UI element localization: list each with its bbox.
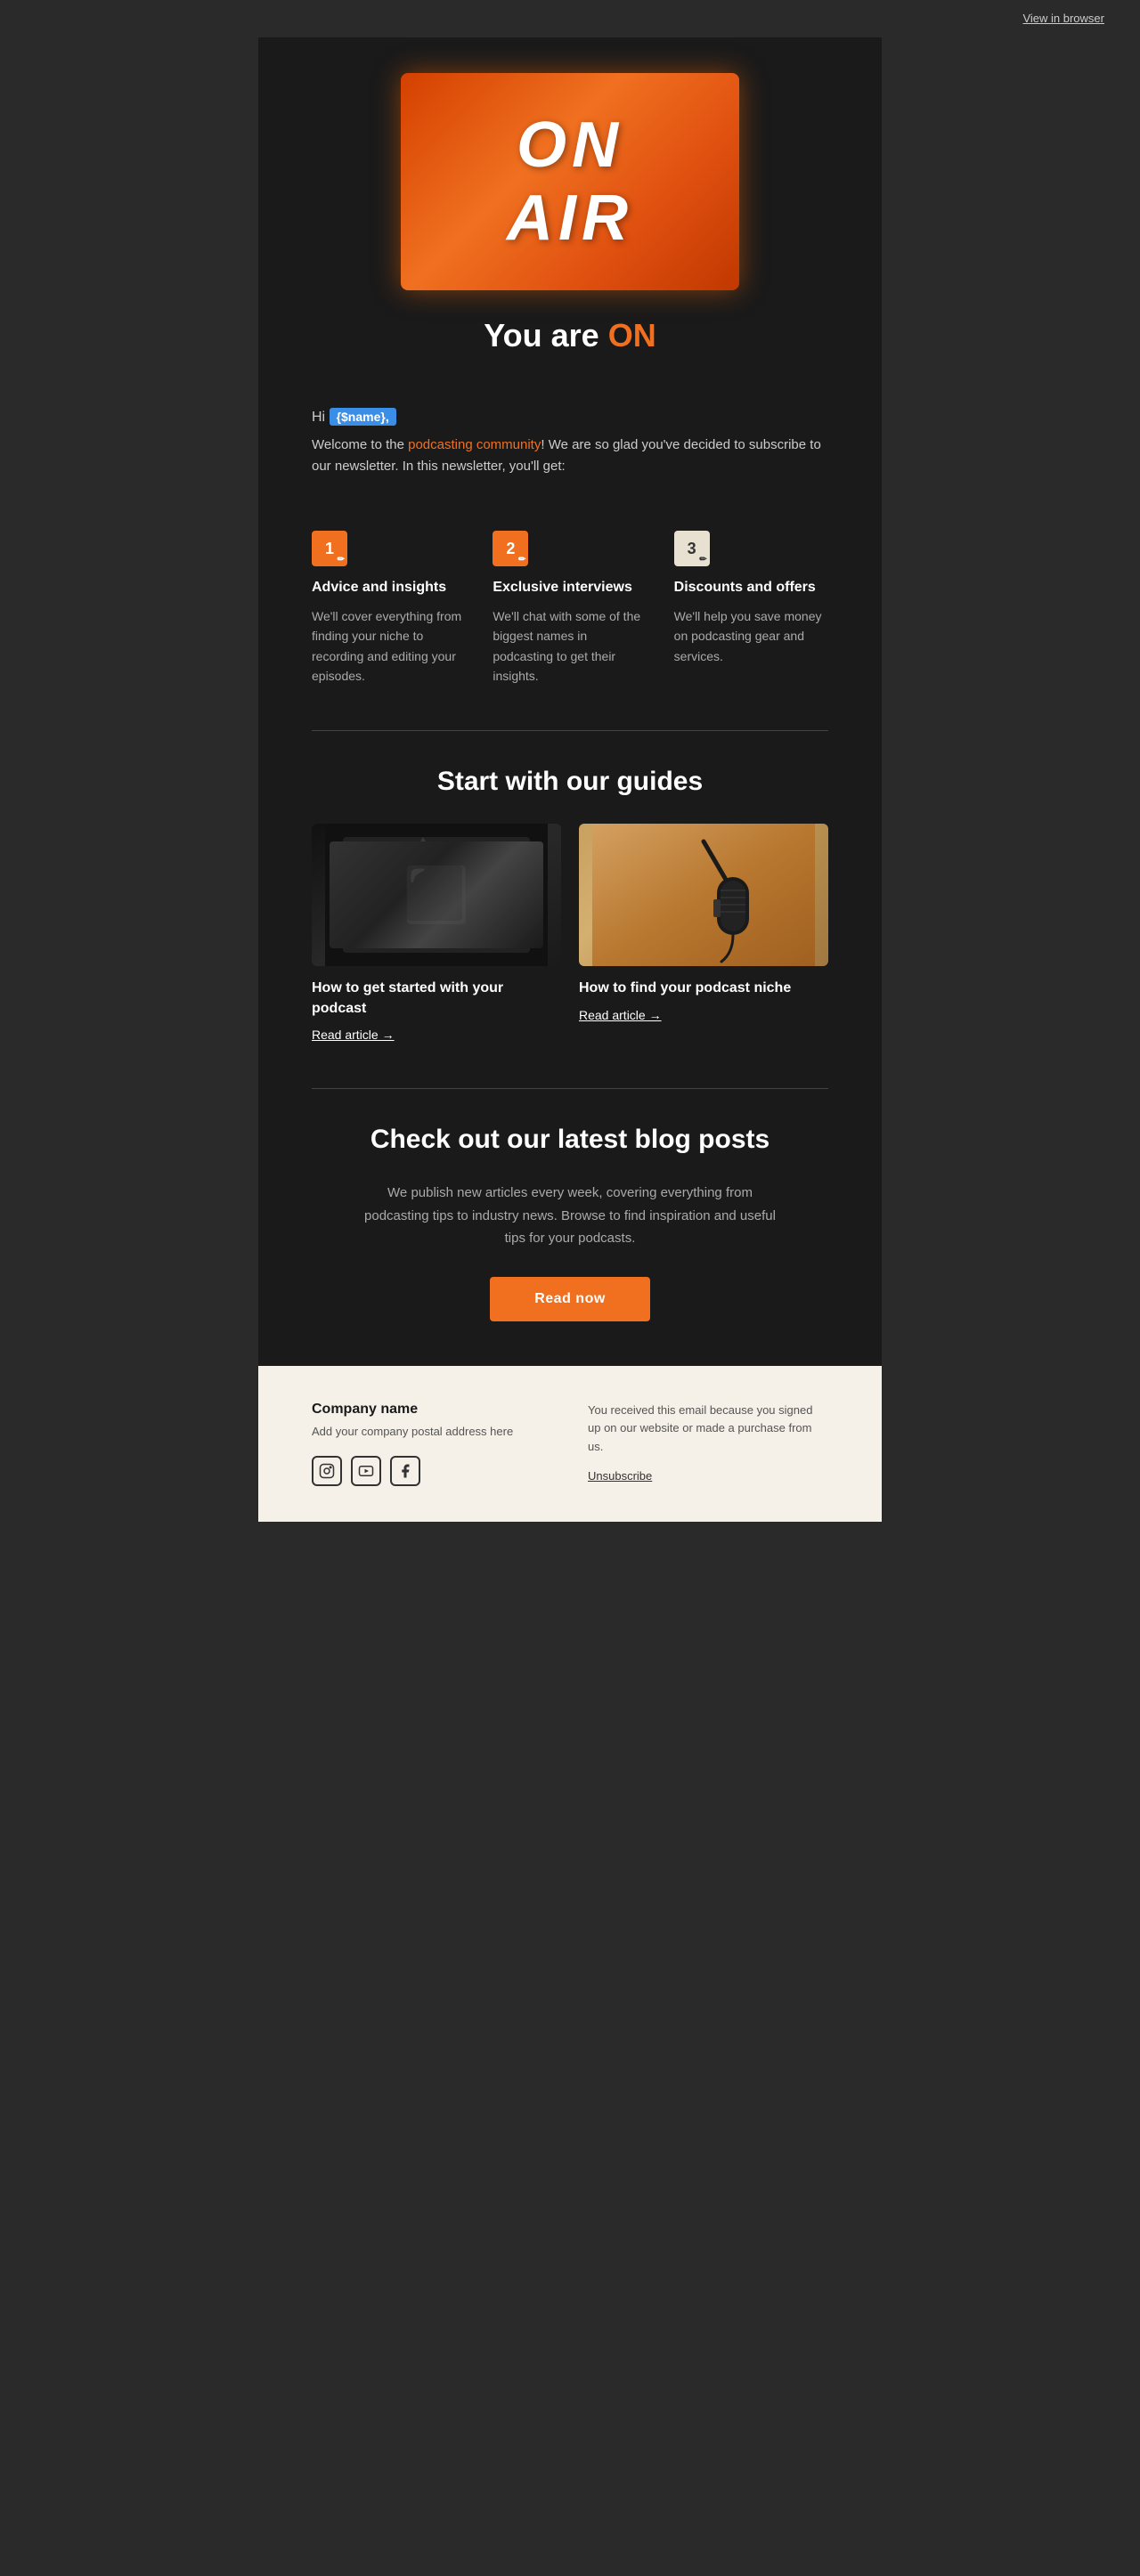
guide-title-1: How to get started with your podcast <box>312 979 561 1019</box>
benefit-title-3: Discounts and offers <box>674 579 828 597</box>
footer-left: Company name Add your company postal add… <box>312 1402 552 1487</box>
blog-heading: Check out our latest blog posts <box>312 1125 828 1155</box>
unsubscribe-link[interactable]: Unsubscribe <box>588 1467 828 1486</box>
benefit-title-1: Advice and insights <box>312 579 466 597</box>
instagram-icon[interactable] <box>312 1456 342 1486</box>
blog-description: We publish new articles every week, cove… <box>356 1182 784 1250</box>
view-in-browser-bar: View in browser <box>0 0 1140 37</box>
benefit-desc-2: We'll chat with some of the biggest name… <box>493 606 647 687</box>
on-air-text: ON AIR <box>454 109 686 255</box>
youtube-icon[interactable] <box>351 1456 381 1486</box>
benefit-number-3: 3 <box>688 540 696 558</box>
footer-received-text: You received this email because you sign… <box>588 1403 812 1454</box>
name-tag: {$name}, <box>330 408 396 426</box>
guides-grid: How to get started with your podcast Rea… <box>312 824 828 1044</box>
pencil-icon-2: ✏ <box>518 555 525 565</box>
blog-section: Check out our latest blog posts We publi… <box>258 1098 882 1366</box>
benefits-grid: 1 ✏ Advice and insights We'll cover ever… <box>312 531 828 686</box>
benefits-section: 1 ✏ Advice and insights We'll cover ever… <box>258 504 882 721</box>
guide-image-1 <box>312 824 561 966</box>
guide-card-2: How to find your podcast niche Read arti… <box>579 824 828 1044</box>
benefit-number-2: 2 <box>506 540 515 558</box>
benefit-badge-1: 1 ✏ <box>312 531 347 566</box>
social-icons <box>312 1456 552 1486</box>
microphone-visual <box>579 824 828 966</box>
benefit-desc-3: We'll help you save money on podcasting … <box>674 606 828 666</box>
you-are-highlight: ON <box>608 317 656 353</box>
pencil-icon-1: ✏ <box>338 555 345 565</box>
guides-heading: Start with our guides <box>312 767 828 797</box>
guide-read-article-link-2[interactable]: Read article → <box>579 1008 662 1022</box>
view-in-browser-link[interactable]: View in browser <box>1022 12 1104 25</box>
hero-section: ON AIR You are ON <box>258 37 882 399</box>
email-container: ON AIR You are ON Hi {$name}, Welcome to… <box>258 37 882 1522</box>
facebook-icon[interactable] <box>390 1456 420 1486</box>
welcome-prefix: Welcome to the <box>312 437 408 452</box>
outer-wrapper: View in browser ON AIR You are ON Hi {$n… <box>0 0 1140 1522</box>
read-now-button[interactable]: Read now <box>490 1277 650 1321</box>
intro-section: Hi {$name}, Welcome to the podcasting co… <box>258 399 882 504</box>
guide-card-1: How to get started with your podcast Rea… <box>312 824 561 1044</box>
footer-right: You received this email because you sign… <box>588 1402 828 1487</box>
welcome-text: Welcome to the podcasting community! We … <box>312 435 828 477</box>
benefit-badge-2: 2 ✏ <box>493 531 528 566</box>
you-are-heading: You are ON <box>312 317 828 354</box>
benefit-desc-1: We'll cover everything from finding your… <box>312 606 466 687</box>
benefit-item-1: 1 ✏ Advice and insights We'll cover ever… <box>312 531 466 686</box>
footer-section: Company name Add your company postal add… <box>258 1366 882 1523</box>
benefit-badge-3: 3 ✏ <box>674 531 710 566</box>
benefit-number-1: 1 <box>325 540 334 558</box>
guides-section: Start with our guides <box>258 740 882 1079</box>
guide-title-2: How to find your podcast niche <box>579 979 828 998</box>
hi-line: Hi {$name}, <box>312 408 828 426</box>
hi-label: Hi <box>312 410 325 425</box>
you-are-prefix: You are <box>484 317 607 353</box>
benefit-item-2: 2 ✏ Exclusive interviews We'll chat with… <box>493 531 647 686</box>
footer-address: Add your company postal address here <box>312 1423 552 1441</box>
equipment-visual <box>312 824 561 966</box>
on-air-banner: ON AIR <box>401 73 739 290</box>
guide-read-article-link-1[interactable]: Read article → <box>312 1028 395 1042</box>
podcasting-community-link[interactable]: podcasting community <box>408 437 541 452</box>
benefit-title-2: Exclusive interviews <box>493 579 647 597</box>
divider-2 <box>312 1088 828 1089</box>
benefit-item-3: 3 ✏ Discounts and offers We'll help you … <box>674 531 828 686</box>
pencil-icon-3: ✏ <box>699 555 706 565</box>
guide-image-2 <box>579 824 828 966</box>
footer-company-name: Company name <box>312 1402 552 1418</box>
divider-1 <box>312 730 828 731</box>
